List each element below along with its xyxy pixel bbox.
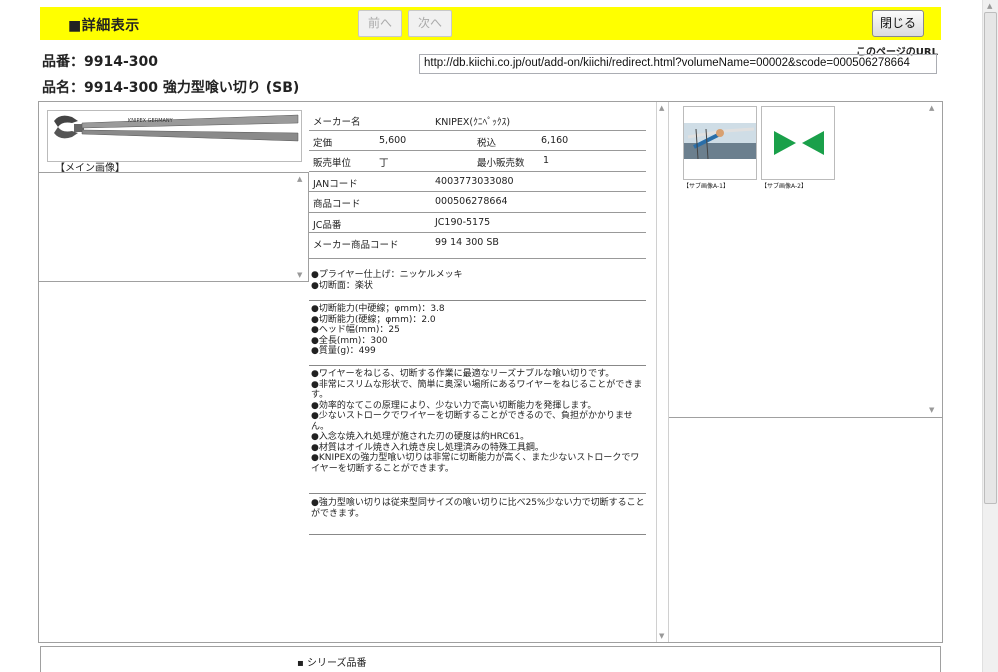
sub-image-2-caption: 【サブ画像A-2】 — [761, 183, 807, 190]
divider — [309, 493, 646, 494]
notes-specs: ●切断能力(中硬線；φmm)：3.8 ●切断能力(硬線；φmm)：2.0 ●ヘッ… — [311, 304, 646, 357]
note-line: ●切断面：楽状 — [311, 280, 373, 291]
unit-label: 販売単位 — [313, 158, 352, 169]
tax-in-value: 6,160 — [541, 134, 569, 146]
note-line: ●ワイヤーをねじる、切断する作業に最適なリーズナブルな喰い切りです。 — [311, 369, 615, 379]
list-price-value: 5,600 — [379, 134, 407, 146]
maker-code-value: 99 14 300 SB — [435, 237, 499, 248]
close-button[interactable]: 閉じる — [872, 10, 924, 37]
product-name: 品名：9914-300 強力型喰い切り (SB) — [42, 80, 300, 96]
maker-label: メーカー名 — [313, 117, 361, 128]
page-url-field[interactable]: http://db.kiichi.co.jp/out/add-on/kiichi… — [419, 54, 937, 74]
jc-value: JC190-5175 — [435, 216, 491, 228]
note-line: ●材質はオイル焼き入れ焼き戻し処理済みの特殊工具鋼。 — [311, 442, 544, 453]
scroll-up-icon[interactable]: ▲ — [929, 104, 934, 112]
left-scroll-box: ▲ ▼ — [39, 172, 309, 282]
spec-row-jan: JANコード 4003773033080 — [309, 172, 646, 192]
divider — [309, 365, 646, 366]
scrollbar-thumb[interactable] — [984, 12, 997, 504]
code-value: 000506278664 — [435, 196, 508, 207]
note-line: ●強力型喰い切りは従来型同サイズの喰い切りに比べ25%少ない力で切断することがで… — [311, 498, 645, 519]
note-line: ●ヘッド幅(mm)：25 — [311, 325, 400, 335]
spec-row-unit: 販売単位 丁 最小販売数 1 — [309, 151, 646, 172]
note-line: ●切断能力(硬線；φmm)：2.0 — [311, 314, 436, 325]
list-price-label: 定価 — [313, 137, 333, 149]
min-qty-value: 1 — [543, 155, 550, 166]
series-item[interactable]: ▪ シリーズ品番 — [297, 654, 366, 669]
spec-row-jc: JC品番 JC190-5175 — [309, 213, 646, 233]
sub-image-2[interactable] — [761, 106, 835, 180]
bullet-icon: ▪ — [297, 658, 307, 669]
series-panel: ▪ シリーズ品番 — [40, 646, 941, 672]
main-image[interactable]: KNIPEX GERMANY 【メイン画像】 — [47, 110, 302, 174]
sub-image-2-graphic — [762, 107, 834, 179]
notes-features: ●ワイヤーをねじる、切断する作業に最適なリーズナブルな喰い切りです。 ●非常にス… — [311, 369, 646, 474]
notes-finish: ●プライヤー仕上げ：ニッケルメッキ ●切断面：楽状 — [311, 270, 646, 291]
spec-scrollbar[interactable]: ▲ ▼ — [656, 102, 669, 642]
sub-image-panel: 【サブ画像A-1】 【サブ画像A-2】 ▲ ▼ — [669, 102, 942, 418]
jc-label: JC品番 — [313, 219, 342, 231]
scroll-down-icon[interactable]: ▼ — [929, 406, 934, 414]
note-line: ●効率的なてこの原理により、少ない力で高い切断能力を発揮します。 — [311, 400, 597, 411]
maker-code-label: メーカー商品コード — [313, 240, 399, 251]
min-qty-label: 最小販売数 — [477, 158, 525, 169]
sub-image-1-caption: 【サブ画像A-1】 — [683, 183, 729, 190]
divider — [309, 300, 646, 301]
svg-text:KNIPEX GERMANY: KNIPEX GERMANY — [128, 118, 174, 124]
scroll-down-icon[interactable]: ▼ — [297, 271, 302, 279]
unit-value: 丁 — [379, 158, 389, 169]
page-title: ■詳細表示 — [68, 18, 140, 34]
scroll-up-icon[interactable]: ▲ — [987, 2, 992, 10]
spec-row-code: 商品コード 000506278664 — [309, 192, 646, 213]
window-scrollbar[interactable]: ▲ — [982, 0, 998, 672]
sub-image-1-photo — [684, 107, 756, 179]
spec-table: メーカー名 KNIPEX(ｸﾆﾍﾟｯｸｽ) 定価 5,600 税込 6,160 … — [309, 110, 646, 259]
product-number: 品番：9914-300 — [42, 54, 158, 70]
jan-value: 4003773033080 — [435, 175, 514, 187]
maker-value: KNIPEX(ｸﾆﾍﾟｯｸｽ) — [435, 117, 511, 128]
tax-in-label: 税込 — [477, 137, 497, 149]
notes-comparison: ●強力型喰い切りは従来型同サイズの喰い切りに比べ25%少ない力で切断することがで… — [311, 498, 646, 519]
prev-button[interactable]: 前へ — [358, 10, 402, 37]
sub-image-scrollbar[interactable]: ▲ ▼ — [927, 102, 939, 416]
scroll-up-icon[interactable]: ▲ — [297, 175, 302, 183]
pliers-image: KNIPEX GERMANY — [48, 111, 301, 147]
spec-row-price: 定価 5,600 税込 6,160 — [309, 131, 646, 151]
detail-panel: KNIPEX GERMANY 【メイン画像】 ▲ ▼ メーカー名 KNIPEX(… — [38, 101, 943, 643]
note-line: ●入念な焼入れ処理が施された刃の硬度は約HRC61。 — [311, 432, 530, 442]
header-bar: ■詳細表示 前へ 次へ 閉じる — [40, 7, 941, 40]
note-line: ●KNIPEXの強力型喰い切りは非常に切断能力が高く、また少ないストロークでワイ… — [311, 453, 640, 474]
jan-label: JANコード — [313, 178, 358, 190]
spec-row-maker: メーカー名 KNIPEX(ｸﾆﾍﾟｯｸｽ) — [309, 110, 646, 131]
code-label: 商品コード — [313, 199, 361, 210]
note-line: ●質量(g)：499 — [311, 346, 376, 356]
scroll-up-icon[interactable]: ▲ — [659, 104, 664, 112]
note-line: ●非常にスリムな形状で、簡単に奥深い場所にあるワイヤーをねじることができます。 — [311, 379, 643, 401]
note-line: ●プライヤー仕上げ：ニッケルメッキ — [311, 270, 463, 280]
note-line: ●少ないストロークでワイヤーを切断することができるので、負担がかかりません。 — [311, 411, 633, 432]
divider — [309, 534, 646, 535]
note-line: ●切断能力(中硬線；φmm)：3.8 — [311, 304, 445, 314]
series-label: シリーズ品番 — [306, 658, 367, 669]
left-scrollbar[interactable]: ▲ ▼ — [295, 173, 307, 281]
sub-image-1[interactable] — [683, 106, 757, 180]
note-line: ●全長(mm)：300 — [311, 335, 388, 346]
scroll-down-icon[interactable]: ▼ — [659, 632, 664, 640]
spec-row-maker-code: メーカー商品コード 99 14 300 SB — [309, 233, 646, 259]
next-button[interactable]: 次へ — [408, 10, 452, 37]
